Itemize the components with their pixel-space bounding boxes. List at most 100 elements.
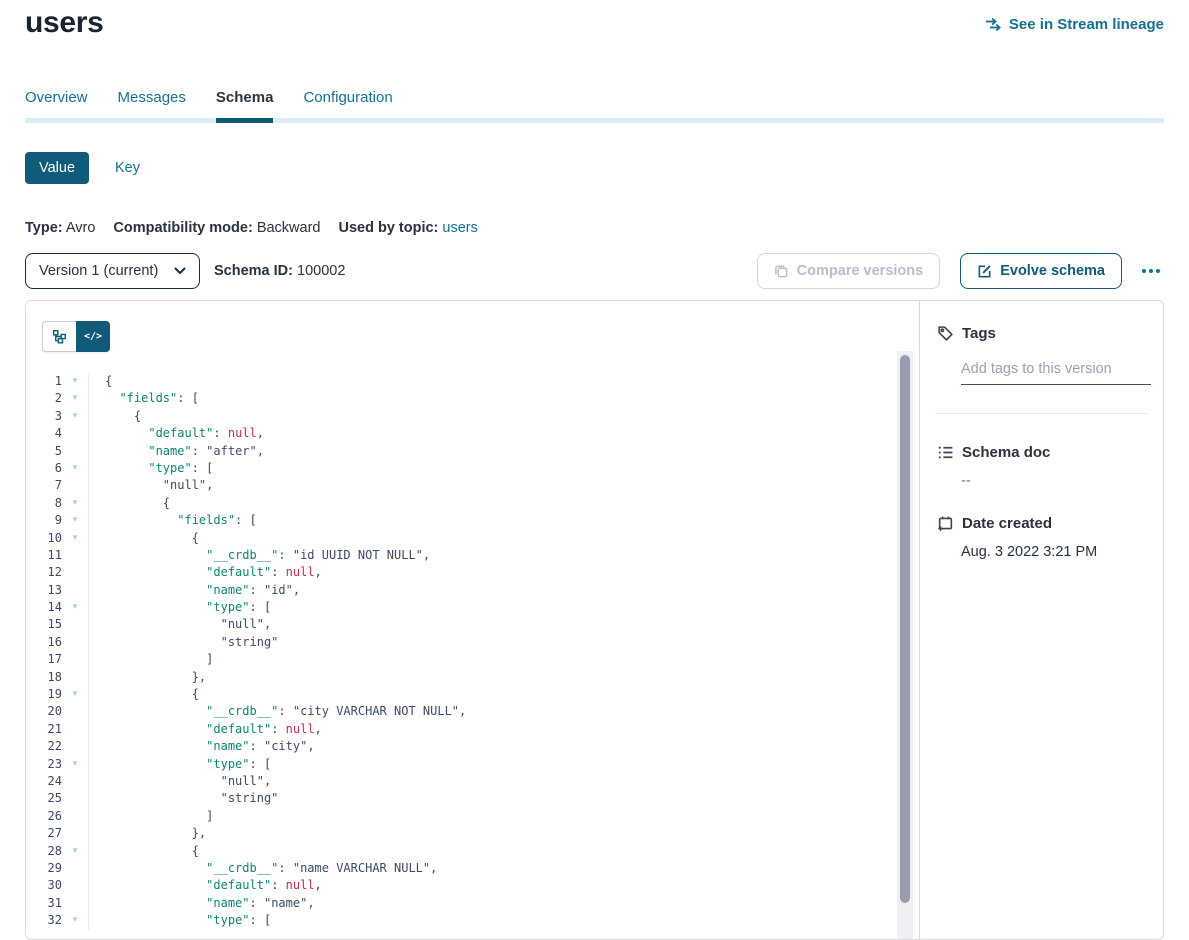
line-number: 28 — [26, 843, 62, 860]
code-line: 23▾ "type": [ — [26, 756, 921, 773]
line-number: 12 — [26, 564, 62, 581]
fold-gutter — [62, 669, 88, 686]
fold-gutter — [62, 547, 88, 564]
topic-label: Used by topic: — [338, 220, 438, 236]
line-number: 19 — [26, 686, 62, 703]
compare-versions-label: Compare versions — [797, 263, 924, 279]
code-line: 27 }, — [26, 825, 921, 842]
code-text: ] — [88, 808, 921, 825]
fold-gutter — [62, 860, 88, 877]
fold-gutter — [62, 790, 88, 807]
fold-gutter — [62, 564, 88, 581]
fold-toggle-icon[interactable]: ▾ — [62, 408, 88, 425]
code-text: "default": null, — [88, 877, 921, 894]
code-line: 21 "default": null, — [26, 721, 921, 738]
schema-view-toggle: </> — [42, 321, 110, 352]
line-number: 8 — [26, 495, 62, 512]
fold-toggle-icon[interactable]: ▾ — [62, 912, 88, 929]
more-options-button[interactable] — [1138, 265, 1164, 277]
fold-toggle-icon[interactable]: ▾ — [62, 373, 88, 390]
topic-link[interactable]: users — [442, 220, 477, 236]
tab-schema[interactable]: Schema — [216, 89, 274, 123]
line-number: 15 — [26, 616, 62, 633]
see-in-stream-lineage-link[interactable]: See in Stream lineage — [985, 16, 1164, 33]
code-text: "type": [ — [88, 599, 921, 616]
copy-icon — [774, 264, 789, 279]
code-text: "fields": [ — [88, 512, 921, 529]
fold-toggle-icon[interactable]: ▾ — [62, 599, 88, 616]
code-text: ] — [88, 651, 921, 668]
fold-gutter — [62, 808, 88, 825]
tab-configuration[interactable]: Configuration — [303, 89, 392, 123]
schema-id-label: Schema ID: — [214, 263, 293, 279]
tree-view-button[interactable] — [42, 321, 76, 352]
code-lines: 1▾{2▾ "fields": [3▾ {4 "default": null,5… — [26, 373, 921, 930]
scrollbar-thumb[interactable] — [900, 355, 910, 903]
code-text: "name": "name", — [88, 895, 921, 912]
tab-messages[interactable]: Messages — [118, 89, 186, 123]
fold-toggle-icon[interactable]: ▾ — [62, 756, 88, 773]
code-line: 9▾ "fields": [ — [26, 512, 921, 529]
code-line: 2▾ "fields": [ — [26, 390, 921, 407]
tree-view-icon — [52, 329, 67, 344]
line-number: 24 — [26, 773, 62, 790]
code-text: "type": [ — [88, 460, 921, 477]
value-toggle-button[interactable]: Value — [25, 152, 89, 184]
tab-overview[interactable]: Overview — [25, 89, 88, 123]
fold-toggle-icon[interactable]: ▾ — [62, 686, 88, 703]
schema-kind-toggle: Value Key — [25, 152, 140, 184]
version-select[interactable]: Version 1 (current) — [25, 253, 200, 289]
code-view-button[interactable]: </> — [76, 321, 110, 352]
line-number: 13 — [26, 582, 62, 599]
date-created-value: Aug. 3 2022 3:21 PM — [961, 544, 1147, 560]
code-line: 28▾ { — [26, 843, 921, 860]
schema-id: Schema ID: 100002 — [214, 263, 345, 279]
code-text: "__crdb__": "name VARCHAR NULL", — [88, 860, 921, 877]
ellipsis-icon — [1142, 269, 1146, 273]
code-text: "__crdb__": "id UUID NOT NULL", — [88, 547, 921, 564]
schema-code-editor: 1▾{2▾ "fields": [3▾ {4 "default": null,5… — [26, 373, 921, 939]
compare-versions-button[interactable]: Compare versions — [757, 253, 941, 289]
fold-toggle-icon[interactable]: ▾ — [62, 843, 88, 860]
schema-sidebar: Tags Schema doc -- — [919, 301, 1163, 939]
fold-gutter — [62, 477, 88, 494]
key-toggle-link[interactable]: Key — [115, 160, 140, 176]
code-line: 25 "string" — [26, 790, 921, 807]
meta-topic: Used by topic: users — [338, 220, 477, 236]
tags-section-header: Tags — [937, 325, 1147, 342]
line-number: 20 — [26, 703, 62, 720]
sidebar-divider — [935, 413, 1147, 414]
fold-toggle-icon[interactable]: ▾ — [62, 495, 88, 512]
stream-lineage-icon — [985, 17, 1002, 32]
code-text: { — [88, 530, 921, 547]
tags-input[interactable] — [961, 361, 1151, 385]
code-text: "default": null, — [88, 425, 921, 442]
fold-gutter — [62, 895, 88, 912]
fold-gutter — [62, 721, 88, 738]
schema-actions: Compare versions Evolve schema — [757, 253, 1164, 289]
fold-toggle-icon[interactable]: ▾ — [62, 460, 88, 477]
line-number: 32 — [26, 912, 62, 929]
tag-icon — [937, 325, 954, 342]
fold-toggle-icon[interactable]: ▾ — [62, 530, 88, 547]
fold-toggle-icon[interactable]: ▾ — [62, 390, 88, 407]
meta-type: Type: Avro — [25, 220, 95, 236]
line-number: 9 — [26, 512, 62, 529]
line-number: 17 — [26, 651, 62, 668]
code-line: 5 "name": "after", — [26, 443, 921, 460]
line-number: 21 — [26, 721, 62, 738]
fold-gutter — [62, 582, 88, 599]
fold-toggle-icon[interactable]: ▾ — [62, 512, 88, 529]
page-title: users — [25, 6, 104, 40]
line-number: 10 — [26, 530, 62, 547]
evolve-schema-button[interactable]: Evolve schema — [960, 253, 1122, 289]
code-line: 11 "__crdb__": "id UUID NOT NULL", — [26, 547, 921, 564]
code-line: 6▾ "type": [ — [26, 460, 921, 477]
code-text: "string" — [88, 634, 921, 651]
code-text: "null", — [88, 616, 921, 633]
line-number: 3 — [26, 408, 62, 425]
compatibility-label: Compatibility mode: — [113, 220, 252, 236]
code-text: }, — [88, 669, 921, 686]
code-text: { — [88, 686, 921, 703]
code-line: 10▾ { — [26, 530, 921, 547]
